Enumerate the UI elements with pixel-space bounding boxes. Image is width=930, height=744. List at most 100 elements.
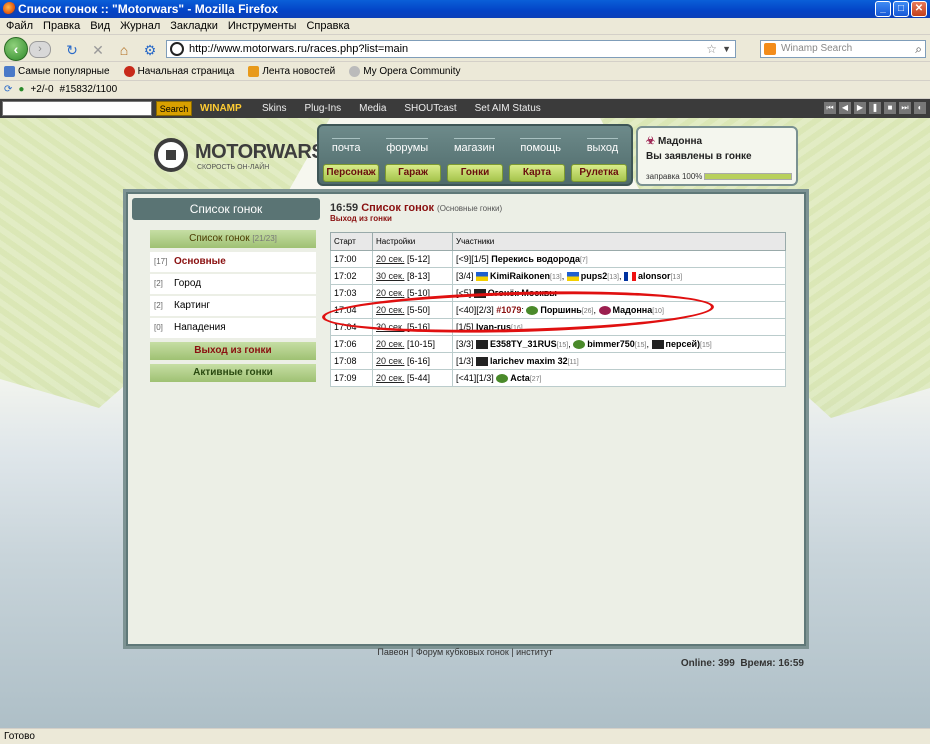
winamp-menu-aim[interactable]: Set AIM Status (475, 99, 541, 118)
menu-bookmarks[interactable]: Закладки (166, 18, 224, 34)
active-races-button[interactable]: Активные гонки (150, 364, 316, 382)
bookmark-start-page[interactable]: Начальная страница (123, 63, 234, 80)
race-participants: [<9][1/5] Перекись водорода[7] (452, 250, 786, 268)
participant-name[interactable]: #1079 (496, 305, 521, 315)
race-duration-link[interactable]: 20 сек. (376, 373, 404, 383)
race-slots[interactable]: [3/3] (456, 339, 474, 349)
menu-tools[interactable]: Инструменты (224, 18, 303, 34)
participant-name[interactable]: Acta (510, 373, 530, 383)
race-slots[interactable]: [3/4] (456, 271, 474, 281)
nav-button-map[interactable]: Карта (509, 164, 565, 182)
chevron-down-icon[interactable]: ▼ (722, 41, 731, 57)
participant-name[interactable]: Мадонна (613, 305, 653, 315)
search-engine-icon[interactable] (764, 43, 776, 55)
winamp-menu-shoutcast[interactable]: SHOUTcast (404, 99, 456, 118)
menu-help[interactable]: Справка (302, 18, 355, 34)
participant-name[interactable]: alonsor (638, 271, 671, 281)
site-logo[interactable]: MOTORWARS.RU СКОРОСТЬ ОН-ЛАЙН (150, 132, 358, 182)
nav-button-character[interactable]: Персонаж (323, 164, 379, 182)
participant-name[interactable]: larichev maxim 32 (490, 356, 568, 366)
user-name[interactable]: ☣ Мадонна (646, 136, 702, 147)
menu-history[interactable]: Журнал (116, 18, 166, 34)
participant-name[interactable]: KimiRaikonen (490, 271, 550, 281)
nav-button-garage[interactable]: Гараж (385, 164, 441, 182)
menu-edit[interactable]: Правка (39, 18, 86, 34)
race-duration-link[interactable]: 30 сек. (376, 322, 404, 332)
participant-name[interactable]: Огонёк Москвы (488, 288, 557, 298)
race-slots[interactable]: [<5] (456, 288, 471, 298)
participant-name[interactable]: Перекись водорода (491, 254, 580, 264)
site-favicon-icon (170, 42, 184, 56)
race-slots[interactable]: [<41][1/3] (456, 373, 494, 383)
address-bar[interactable]: http://www.motorwars.ru/races.php?list=m… (166, 40, 736, 58)
nav-link-shop[interactable]: магазин (453, 138, 495, 154)
winamp-search-button[interactable]: Search (156, 101, 192, 116)
home-icon[interactable]: ⌂ (116, 42, 132, 58)
nav-link-logout[interactable]: выход (586, 138, 619, 154)
counter-text[interactable]: #15832/1100 (60, 81, 118, 98)
url-text: http://www.motorwars.ru/races.php?list=m… (189, 43, 409, 55)
nav-button-roulette[interactable]: Рулетка (571, 164, 627, 182)
window-titlebar: Список гонок :: "Motorwars" - Mozilla Fi… (0, 0, 930, 18)
bookmark-opera-community[interactable]: My Opera Community (349, 63, 461, 80)
nav-link-mail[interactable]: почта (331, 138, 361, 154)
category-attacks[interactable]: [0] Нападения (150, 318, 316, 338)
winamp-search-input[interactable] (2, 101, 152, 116)
bookmark-star-icon[interactable]: ☆ (706, 41, 717, 57)
next-icon[interactable]: ⏭ (899, 102, 911, 114)
participant-name[interactable]: bimmer750 (587, 339, 635, 349)
race-duration-link[interactable]: 20 сек. (376, 305, 404, 315)
bookmark-most-popular[interactable]: Самые популярные (4, 63, 110, 80)
winamp-menu-skins[interactable]: Skins (262, 99, 286, 118)
race-list-title[interactable]: Список гонок [21/23] (150, 230, 316, 248)
participant-name[interactable]: Поршинь (540, 305, 581, 315)
maximize-button[interactable]: □ (893, 1, 909, 17)
search-icon[interactable]: ⌕ (915, 41, 922, 57)
refresh-icon[interactable]: ⟳ (4, 81, 12, 98)
race-duration-link[interactable]: 20 сек. (376, 288, 404, 298)
play-icon[interactable]: ▶ (854, 102, 866, 114)
participant-name[interactable]: персей) (666, 339, 700, 349)
bookmark-news-feed[interactable]: Лента новостей (248, 63, 335, 80)
stop-icon[interactable]: ✕ (90, 42, 106, 58)
winamp-menus: Skins Plug-Ins Media SHOUTcast Set AIM S… (262, 99, 541, 118)
reload-icon[interactable]: ↻ (64, 42, 80, 58)
participant-name[interactable]: Ivan-rus (476, 322, 511, 332)
race-slots[interactable]: [1/5] (456, 322, 474, 332)
online-count: Online: 399 (680, 658, 735, 669)
exit-race-button[interactable]: Выход из гонки (150, 342, 316, 360)
close-button[interactable]: ✕ (911, 1, 927, 17)
race-duration-link[interactable]: 30 сек. (376, 271, 404, 281)
winamp-menu-plugins[interactable]: Plug-Ins (304, 99, 341, 118)
rewind-icon[interactable]: ◀ (839, 102, 851, 114)
category-city[interactable]: [2] Город (150, 274, 316, 294)
race-duration-link[interactable]: 20 сек. (376, 254, 404, 264)
race-slots[interactable]: [<40][2/3] (456, 305, 494, 315)
gear-icon[interactable]: ⚙ (142, 42, 158, 58)
race-slots[interactable]: [1/3] (456, 356, 474, 366)
search-input[interactable]: Winamp Search ⌕ (760, 40, 926, 58)
footer-links[interactable]: Павеон | Форум кубковых гонок | институт (0, 647, 930, 657)
category-main[interactable]: [17] Основные (150, 252, 316, 272)
nav-button-races[interactable]: Гонки (447, 164, 503, 182)
winamp-menu-media[interactable]: Media (359, 99, 386, 118)
participant-name[interactable]: pups2 (581, 271, 608, 281)
stop-icon[interactable]: ■ (884, 102, 896, 114)
back-arrow-icon[interactable]: ‹ (4, 37, 28, 61)
prev-icon[interactable]: ⏮ (824, 102, 836, 114)
race-slots[interactable]: [<9][1/5] (456, 254, 489, 264)
nav-link-help[interactable]: помощь (520, 138, 561, 154)
participant-name[interactable]: E358TY_31RUS (490, 339, 557, 349)
minimize-button[interactable]: _ (875, 1, 891, 17)
nav-link-forums[interactable]: форумы (386, 138, 429, 154)
exit-race-link[interactable]: Выход из гонки (330, 214, 792, 223)
category-karting[interactable]: [2] Картинг (150, 296, 316, 316)
team-emblem-icon: ☣ (646, 136, 655, 147)
race-duration-link[interactable]: 20 сек. (376, 339, 404, 349)
forward-arrow-icon[interactable]: › (29, 41, 51, 58)
menu-file[interactable]: Файл (2, 18, 39, 34)
menu-view[interactable]: Вид (86, 18, 116, 34)
pause-icon[interactable]: ❚ (869, 102, 881, 114)
volume-icon[interactable]: ◐ (914, 102, 926, 114)
race-duration-link[interactable]: 20 сек. (376, 356, 404, 366)
